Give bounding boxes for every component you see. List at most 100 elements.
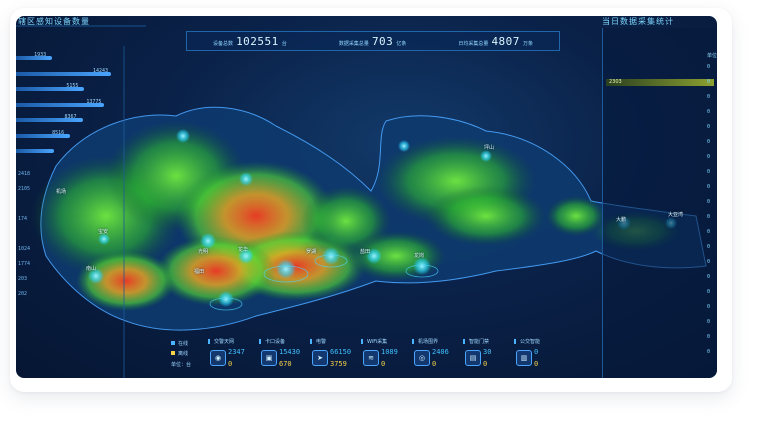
device-online-count: 66150: [330, 348, 352, 356]
city-label[interactable]: 盐田: [360, 248, 370, 255]
city-label[interactable]: 大鹏: [616, 216, 626, 223]
top-stats-bar: 设备总数 102551 台 数据采集总量 703 亿条 日均采集总量 4807 …: [186, 31, 560, 51]
device-offline-count: 0: [483, 360, 488, 368]
device-online-count: 2347: [228, 348, 245, 356]
device-card-name: 公交智能: [513, 339, 541, 345]
offline-swatch: [171, 351, 175, 355]
city-label[interactable]: 光明: [198, 248, 208, 255]
right-panel-number: 0: [707, 304, 711, 310]
bar-row[interactable]: 8367: [16, 113, 126, 129]
right-panel-number: 0: [707, 229, 711, 235]
left-number: 1024: [18, 246, 31, 252]
bar-row[interactable]: 14243: [16, 67, 126, 83]
bar-value: 8367: [64, 114, 77, 120]
right-panel-number: 0: [707, 334, 711, 340]
device-offline-count: 0: [381, 360, 386, 368]
device-offline-count: 0: [432, 360, 437, 368]
right-panel-number: 0: [707, 154, 711, 160]
count-bar: [16, 149, 54, 153]
right-panel-number: 0: [707, 199, 711, 205]
camera-icon: ◉: [210, 350, 226, 366]
bar-row[interactable]: 8516: [16, 129, 126, 145]
device-online-count: 0: [534, 348, 539, 356]
left-number: 174: [18, 216, 28, 222]
device-card-name: 卡口设备: [258, 339, 286, 345]
stat-daily-avg: 日均采集总量 4807 万条: [458, 34, 533, 48]
left-panel-title: 辖区感知设备数量: [18, 17, 90, 26]
device-count-bars: 1933 14243 5155 13775 8367 8516: [16, 51, 126, 160]
bus-icon: ▥: [516, 350, 532, 366]
bar-row[interactable]: 1933: [16, 51, 126, 67]
device-online-count: 2406: [432, 348, 449, 356]
left-number-column: 2418 2105 174 1024 1774 203 202: [18, 171, 48, 306]
bar-value: 13775: [86, 98, 102, 105]
right-panel-number: 0: [707, 94, 711, 100]
dashboard-screen: 辖区感知设备数量 当日数据采集统计 设备总数 102551 台 数据采集总量 7…: [16, 16, 717, 378]
device-offline-count: 0: [534, 360, 539, 368]
radar-icon: ➤: [312, 350, 328, 366]
device-card-name: 电警: [309, 339, 327, 345]
device-card-name: 智能门禁: [462, 339, 490, 345]
right-panel-number: 0: [707, 184, 711, 190]
left-number: [18, 231, 48, 246]
city-label[interactable]: 福田: [194, 268, 204, 275]
device-online-count: 30: [483, 348, 492, 356]
device-online-count: 1089: [381, 348, 398, 356]
device-card[interactable]: 公交智能 ▥ 0 0: [512, 338, 563, 372]
left-number: 2418: [18, 171, 31, 177]
legend-unit: 单位：台: [171, 362, 192, 368]
city-label[interactable]: 宝安: [98, 228, 108, 235]
bar-value: 14243: [93, 67, 109, 74]
right-panel-selected-row[interactable]: 2303: [606, 79, 714, 86]
city-label[interactable]: 龙岗: [414, 252, 424, 259]
bar-row[interactable]: [16, 144, 126, 160]
device-card[interactable]: WiFi采集 ≋ 1089 0: [359, 338, 410, 372]
stat-data-total: 数据采集总量 703 亿条: [338, 34, 407, 48]
device-offline-count: 3759: [330, 360, 347, 368]
fence-icon: ◎: [414, 350, 430, 366]
gate-icon: ▣: [261, 350, 277, 366]
door-icon: ▤: [465, 350, 481, 366]
device-offline-count: 0: [228, 360, 233, 368]
device-card[interactable]: 电警 ➤ 66150 3759: [308, 338, 359, 372]
device-card[interactable]: 智能门禁 ▤ 30 0: [461, 338, 512, 372]
right-panel-number: 0: [707, 109, 711, 115]
city-label[interactable]: 罗湖: [306, 248, 316, 255]
bar-value: 8516: [52, 129, 65, 136]
bar-row[interactable]: 13775: [16, 98, 126, 114]
left-number: 202: [18, 291, 28, 297]
device-card[interactable]: 机场围界 ◎ 2406 0: [410, 338, 461, 372]
bar-value: 1933: [34, 52, 47, 58]
right-panel-number: 0: [707, 64, 711, 70]
city-label[interactable]: 坪山: [484, 144, 494, 151]
bar-row[interactable]: 5155: [16, 82, 126, 98]
left-number: 203: [18, 276, 28, 282]
right-panel-number: 0: [707, 124, 711, 130]
right-panel-number: 0: [707, 274, 711, 280]
city-label[interactable]: 龙华: [238, 246, 248, 253]
stat-device-total: 设备总数 102551 台: [213, 34, 287, 48]
device-card[interactable]: 卡口设备 ▣ 15430 670: [257, 338, 308, 372]
legend: 在线 离线: [171, 338, 188, 358]
right-panel-number: 0: [707, 319, 711, 325]
city-label[interactable]: 南山: [86, 265, 96, 272]
device-offline-count: 670: [279, 360, 292, 368]
right-panel-number: 0: [707, 79, 711, 85]
right-panel-unit-label: 单位: [707, 53, 717, 59]
device-card-name: WiFi采集: [360, 339, 388, 345]
device-type-cards: 交警天网 ◉ 2347 0 卡口设备 ▣ 15430 670 电警 ➤ 66150 3759 WiFi采…: [206, 338, 563, 372]
right-panel-number: 0: [707, 214, 711, 220]
bar-value: 5155: [66, 83, 79, 89]
device-card[interactable]: 交警天网 ◉ 2347 0: [206, 338, 257, 372]
city-label[interactable]: 大亚湾: [668, 211, 683, 218]
left-number: 2105: [18, 186, 31, 192]
right-panel-title: 当日数据采集统计: [602, 17, 674, 26]
left-number: 1774: [18, 261, 31, 267]
left-number: [18, 201, 48, 216]
city-label[interactable]: 机场: [56, 188, 66, 195]
right-panel: 单位 2303 0 0 0 0 0 0 0 0 0 0 0 0 0 0 0 0 0 0 0 0: [602, 28, 717, 378]
device-online-count: 15430: [279, 348, 301, 356]
right-panel-number: 0: [707, 349, 711, 355]
wifi-icon: ≋: [363, 350, 379, 366]
online-swatch: [171, 341, 175, 345]
